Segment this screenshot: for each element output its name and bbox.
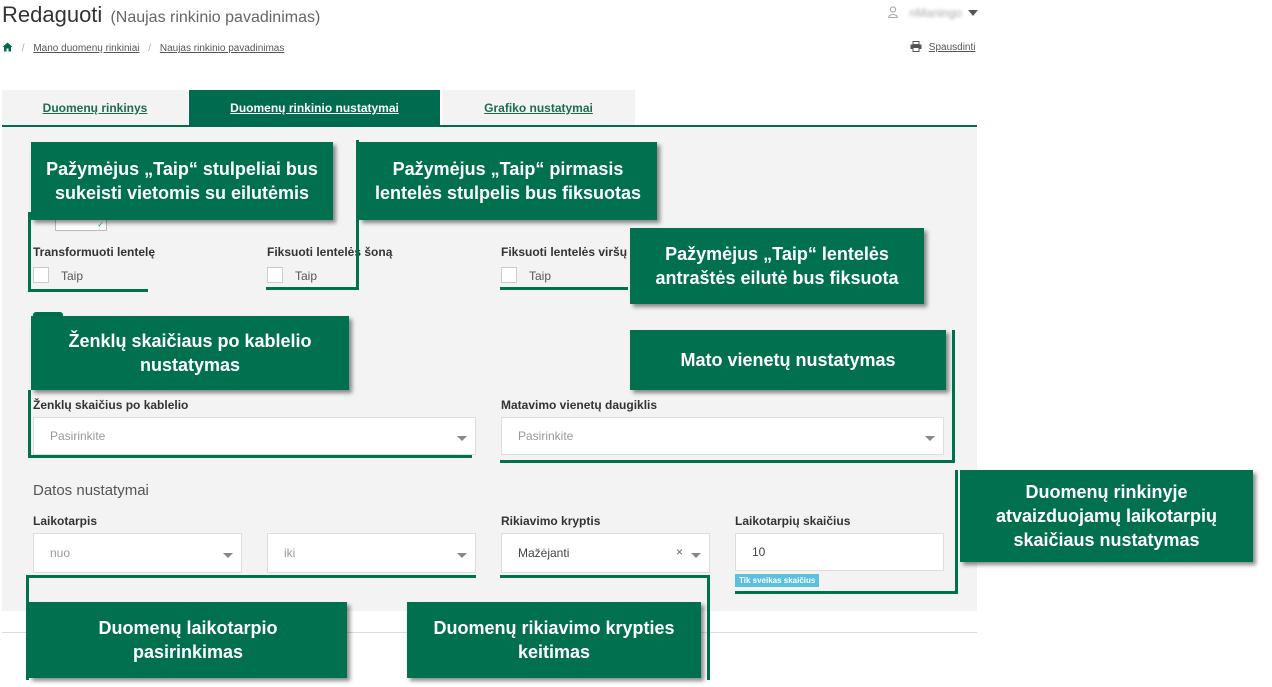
callout-fix-side: Pažymėjus „Taip“ pirmasis lentelės stulpe… <box>359 142 657 220</box>
breadcrumb-item-current[interactable]: Naujas rinkinio pavadinimas <box>160 43 285 54</box>
callout-text-line: atvaizduojamų laikotarpių <box>995 506 1218 526</box>
callout-text-line: pasirinkimas <box>132 642 244 662</box>
callout-line <box>26 575 476 578</box>
period-to-select[interactable]: iki <box>267 533 476 573</box>
callout-text-line: antraštės eilutė bus fiksuota <box>655 268 899 288</box>
callout-text-line: Pažymėjus „Taip“ stulpeliai bus <box>46 159 318 179</box>
sort-label: Rikiavimo kryptis <box>501 514 601 528</box>
callout-text-line: Duomenų laikotarpio <box>98 618 278 638</box>
clear-icon[interactable]: × <box>676 545 683 559</box>
fix-top-label: Fiksuoti lentelės viršų <box>501 245 628 259</box>
chevron-down-icon <box>223 553 233 558</box>
callout-text-line: Duomenų rinkinyje <box>1025 482 1188 502</box>
callout-units: Mato vienetų nustatymas <box>630 330 946 390</box>
chevron-down-icon[interactable] <box>968 10 978 16</box>
fix-side-option-label: Taip <box>295 269 318 283</box>
home-icon[interactable] <box>2 42 13 52</box>
transform-label: Transformuoti lentelę <box>33 245 156 259</box>
period-from-placeholder: nuo <box>50 546 71 560</box>
callout-text-line: Pažymėjus „Taip“ pirmasis <box>392 159 624 179</box>
callout-line <box>28 455 472 458</box>
callout-line <box>28 289 148 292</box>
callout-text-line: nustatymas <box>139 355 241 375</box>
units-placeholder: Pasirinkite <box>518 429 574 443</box>
fix-side-checkbox[interactable] <box>267 267 283 283</box>
sort-value: Mažėjanti <box>518 546 570 560</box>
chevron-down-icon <box>457 436 467 441</box>
decimals-label: Ženklų skaičius po kablelio <box>33 398 189 412</box>
callout-fix-top: Pažymėjus „Taip“ lentelės antraštės eilut… <box>630 228 924 304</box>
user-icon <box>888 6 898 19</box>
breadcrumb: / Mano duomenų rinkiniai / Naujas rinkin… <box>2 42 284 54</box>
printer-icon <box>910 41 922 52</box>
callout-line <box>28 212 31 292</box>
callout-line <box>500 575 710 578</box>
callout-text-line: keitimas <box>517 642 591 662</box>
callout-period: Duomenų laikotarpio pasirinkimas <box>29 602 347 678</box>
tab-chart-settings[interactable]: Grafiko nustatymai <box>442 90 635 126</box>
period-label: Laikotarpis <box>33 514 98 528</box>
decimals-placeholder: Pasirinkite <box>50 429 106 443</box>
tab-bar: Duomenų rinkinys Duomenų rinkinio nustat… <box>2 90 977 126</box>
callout-line <box>500 287 628 290</box>
breadcrumb-item-datasets[interactable]: Mano duomenų rinkiniai <box>33 43 139 54</box>
user-menu[interactable]: nManingo <box>888 6 978 20</box>
callout-text-line: sukeisti vietomis su eilutėmis <box>54 183 310 203</box>
callout-line <box>955 470 958 594</box>
count-hint-badge: Tik sveikas skaičius <box>735 574 820 587</box>
page-subtitle: (Naujas rinkinio pavadinimas) <box>110 9 321 26</box>
decimals-select[interactable]: Pasirinkite <box>33 417 476 455</box>
callout-count: Duomenų rinkinyje atvaizduojamų laikotarp… <box>960 470 1253 562</box>
period-to-placeholder: iki <box>284 546 296 560</box>
count-value: 10 <box>752 545 766 559</box>
callout-text-line: skaičiaus nustatymas <box>1013 530 1200 550</box>
callout-line <box>266 287 358 290</box>
page-title: Redaguoti (Naujas rinkinio pavadinimas) <box>2 2 320 28</box>
callout-sort: Duomenų rikiavimo krypties keitimas <box>407 602 701 678</box>
user-name: nManingo <box>909 6 963 20</box>
chevron-down-icon <box>691 553 701 558</box>
tab-dataset-settings[interactable]: Duomenų rinkinio nustatymai <box>189 90 440 126</box>
breadcrumb-separator: / <box>148 43 152 54</box>
page-title-text: Redaguoti <box>2 2 103 27</box>
transform-option-label: Taip <box>61 269 84 283</box>
callout-line <box>735 591 958 594</box>
count-input[interactable]: 10 <box>735 533 944 571</box>
callout-line <box>28 390 31 458</box>
callout-decimals: Ženklų skaičiaus po kablelio nustatymas <box>31 316 349 390</box>
callout-text-line: Mato vienetų nustatymas <box>680 350 896 370</box>
tab-dataset[interactable]: Duomenų rinkinys <box>2 90 188 126</box>
count-label: Laikotarpių skaičius <box>735 514 851 528</box>
units-label: Matavimo vienetų daugiklis <box>501 398 658 412</box>
callout-text-line: lentelės stulpelis bus fiksuotas <box>374 183 642 203</box>
fix-top-checkbox[interactable] <box>501 267 517 283</box>
period-from-select[interactable]: nuo <box>33 533 242 573</box>
callout-line <box>952 330 955 463</box>
chevron-down-icon <box>925 436 935 441</box>
callout-text-line: Duomenų rikiavimo krypties <box>433 618 675 638</box>
fix-top-option-label: Taip <box>529 269 552 283</box>
date-settings-heading: Datos nustatymai <box>33 482 149 499</box>
callout-line <box>500 460 955 463</box>
chevron-down-icon <box>457 553 467 558</box>
sort-select[interactable]: Mažėjanti × <box>501 533 710 573</box>
callout-line <box>707 575 710 680</box>
callout-transform: Pažymėjus „Taip“ stulpeliai bus sukeisti … <box>31 142 333 220</box>
callout-text-line: Pažymėjus „Taip“ lentelės <box>665 244 889 264</box>
print-label: Spausdinti <box>928 42 976 53</box>
print-link[interactable]: Spausdinti <box>910 41 975 53</box>
units-select[interactable]: Pasirinkite <box>501 417 944 455</box>
transform-checkbox[interactable] <box>33 267 49 283</box>
callout-text-line: Ženklų skaičiaus po kablelio <box>68 331 312 351</box>
fix-side-label: Fiksuoti lentelės šoną <box>267 245 393 259</box>
breadcrumb-separator: / <box>21 43 25 54</box>
